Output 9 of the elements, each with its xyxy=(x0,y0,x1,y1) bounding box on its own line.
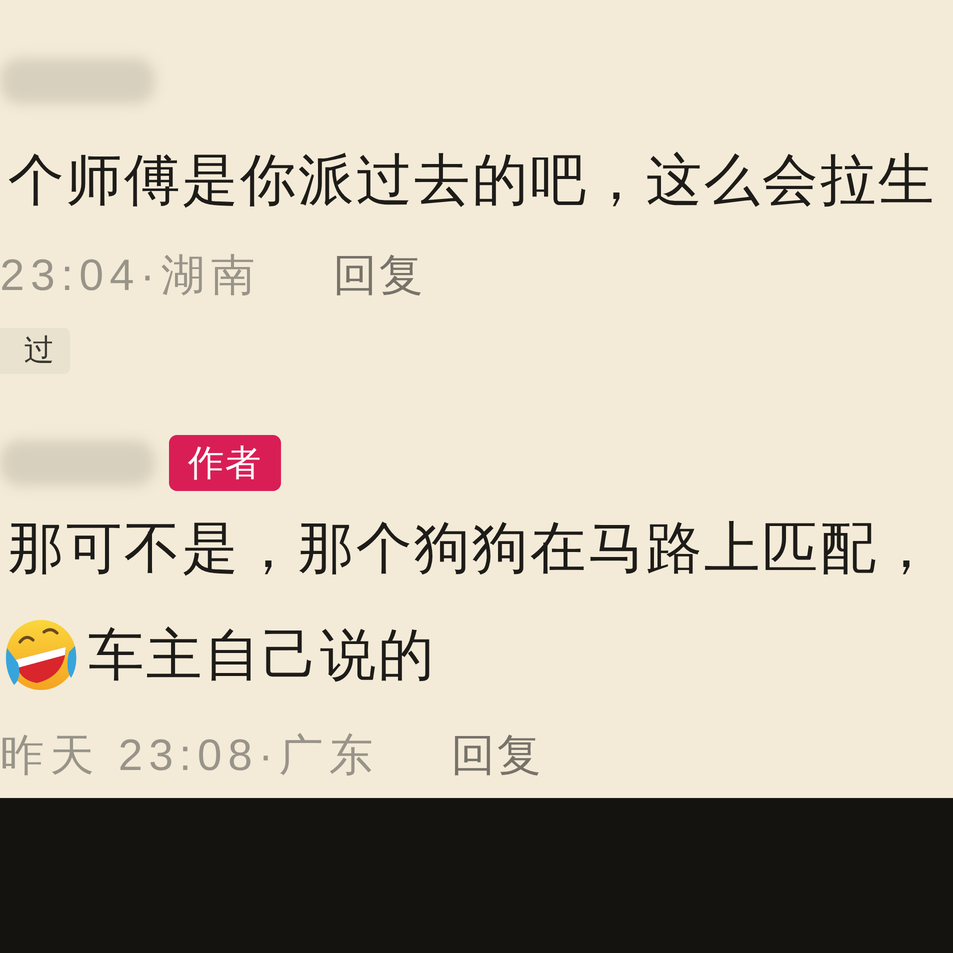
status-tag: 过 xyxy=(0,328,70,374)
comment-meta: 23:04·湖南 xyxy=(0,252,261,300)
comment-text: 车主自己说的 xyxy=(88,623,436,687)
comment-text: 个师傅是你派过去的吧，这么会拉生 xyxy=(7,148,936,212)
reply-button[interactable]: 回复 xyxy=(450,732,543,780)
reply-button[interactable]: 回复 xyxy=(332,252,425,300)
comment-text: 那可不是，那个狗狗在马路上匹配， xyxy=(7,516,936,580)
author-badge: 作者 xyxy=(169,435,281,491)
comment-meta: 昨天 23:08·广东 xyxy=(0,732,379,780)
